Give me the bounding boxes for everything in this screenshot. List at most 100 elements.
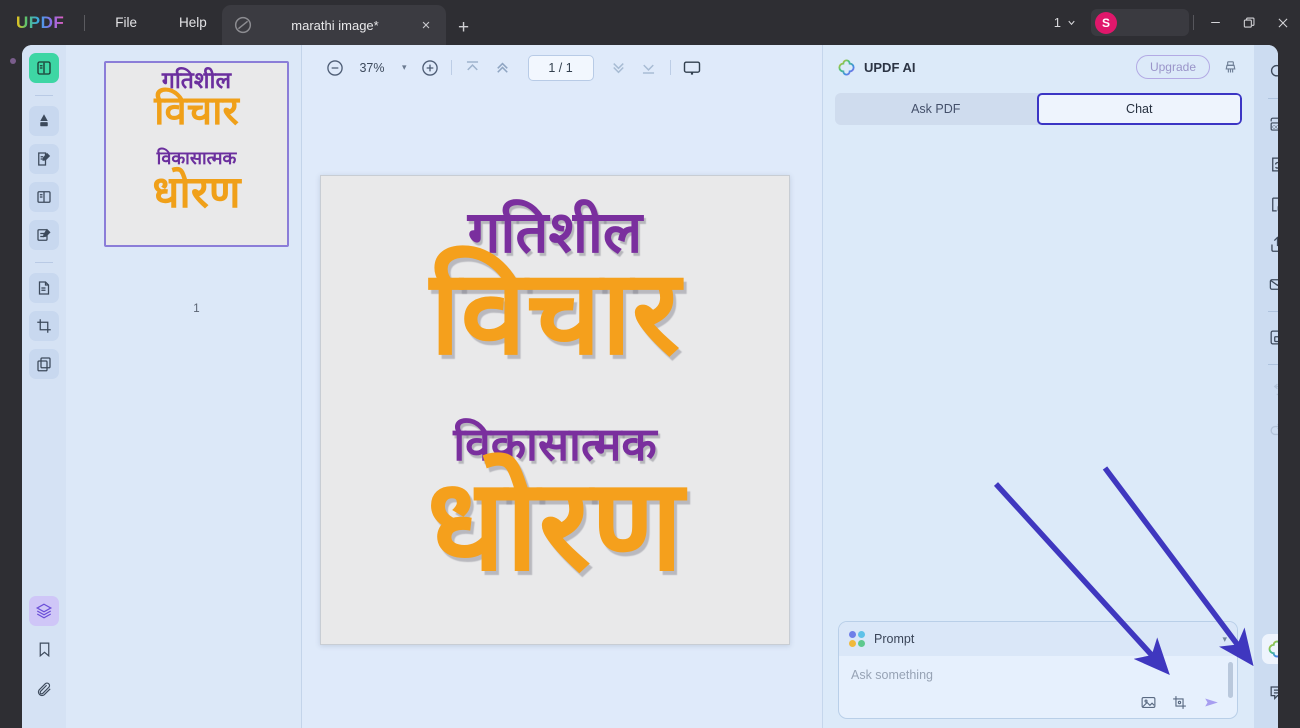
menu-file[interactable]: File	[103, 10, 149, 35]
ai-panel-header: UPDF AI Upgrade	[823, 45, 1254, 89]
next-page-icon	[609, 58, 628, 77]
thumb-line-4: धोरण	[106, 171, 287, 215]
comment-icon	[1268, 683, 1279, 702]
left-tool-rail	[22, 45, 66, 728]
page-thumbnail[interactable]: गतिशील विचार विकासात्मक धोरण	[104, 61, 289, 247]
highlighter-icon	[35, 112, 53, 130]
zoom-dropdown-icon[interactable]: ▾	[394, 62, 415, 73]
sidebar-form[interactable]	[29, 220, 59, 250]
right-rail-separator-2	[1268, 311, 1278, 312]
minimize-icon	[1209, 16, 1222, 29]
close-window-button[interactable]	[1266, 0, 1300, 45]
svg-text:OCR: OCR	[1272, 124, 1278, 130]
minimize-button[interactable]	[1198, 0, 1232, 45]
page-tools-icon	[35, 279, 53, 297]
tab-ask-pdf[interactable]: Ask PDF	[835, 93, 1037, 125]
ai-conversation-area[interactable]	[823, 131, 1255, 641]
next-page-button[interactable]	[604, 53, 634, 83]
reader-icon	[35, 59, 53, 77]
sidebar-organize-pages[interactable]	[29, 182, 59, 212]
pdf-page[interactable]: गतिशील विचार विकासात्मक धोरण	[320, 175, 790, 645]
document-area: 37% ▾ 1 / 1	[302, 45, 822, 728]
right-rail-separator-3	[1268, 364, 1278, 365]
last-page-button[interactable]	[634, 53, 664, 83]
layers-icon	[35, 602, 53, 620]
account-pill[interactable]: S	[1091, 9, 1189, 36]
maximize-button[interactable]	[1232, 0, 1266, 45]
prompt-dropdown-icon[interactable]: ▾	[1222, 634, 1227, 645]
sidebar-attachment[interactable]	[29, 674, 59, 704]
first-page-button[interactable]	[458, 53, 488, 83]
zoom-in-button[interactable]	[415, 53, 445, 83]
protect-button[interactable]	[1261, 188, 1278, 220]
snapshot-button[interactable]	[1171, 694, 1188, 711]
right-rail-bottom	[1254, 634, 1278, 716]
clear-chat-button[interactable]	[1216, 53, 1244, 81]
updf-logo: UPDF	[16, 13, 64, 33]
zoom-out-button[interactable]	[320, 53, 350, 83]
document-slash-icon	[232, 14, 254, 36]
tab-close-icon[interactable]: ×	[416, 17, 436, 34]
window-count-dropdown[interactable]: 1	[1054, 15, 1077, 30]
page-indicator[interactable]: 1 / 1	[528, 55, 594, 81]
prompt-input[interactable]: Ask something	[839, 656, 1237, 682]
edit-document-icon	[35, 150, 53, 168]
updf-ai-button[interactable]	[1262, 634, 1278, 664]
toolbar-divider-1	[451, 60, 452, 75]
menu-help[interactable]: Help	[167, 10, 219, 35]
convert-button[interactable]	[1261, 148, 1278, 180]
thumbnail-panel: गतिशील विचार विकासात्मक धोरण 1	[66, 45, 302, 728]
sidebar-reader[interactable]	[29, 53, 59, 83]
undo-button[interactable]	[1261, 374, 1278, 406]
document-tab[interactable]: marathi image* ×	[222, 5, 446, 45]
comment-button[interactable]	[1261, 676, 1278, 708]
toolbar-divider-2	[670, 60, 671, 75]
prompt-scrollbar[interactable]	[1228, 662, 1233, 698]
prompt-action-icons	[1140, 693, 1221, 712]
sidebar-edit-pdf[interactable]	[29, 144, 59, 174]
window-controls: 1 S	[1054, 0, 1300, 45]
prev-page-icon	[493, 58, 512, 77]
save-button[interactable]	[1261, 321, 1278, 353]
window-controls-divider	[1193, 15, 1194, 30]
thumb-line-2: विचार	[106, 91, 287, 131]
send-button[interactable]	[1202, 693, 1221, 712]
thumbnail-page-number: 1	[104, 303, 289, 315]
sidebar-page-tools[interactable]	[29, 273, 59, 303]
first-page-icon	[463, 58, 482, 77]
rail-separator	[35, 95, 53, 96]
search-button[interactable]	[1261, 55, 1278, 87]
presentation-button[interactable]	[677, 53, 707, 83]
send-icon	[1202, 693, 1221, 712]
insert-image-button[interactable]	[1140, 694, 1157, 711]
search-icon	[1268, 62, 1279, 81]
share-button[interactable]	[1261, 228, 1278, 260]
zoom-in-icon	[420, 58, 440, 78]
email-icon	[1268, 275, 1279, 294]
save-icon	[1268, 328, 1279, 347]
redo-button[interactable]	[1261, 414, 1278, 446]
email-button[interactable]	[1261, 268, 1278, 300]
new-tab-button[interactable]: +	[458, 17, 469, 45]
zoom-level-value[interactable]: 37%	[350, 61, 394, 75]
paperclip-icon	[36, 681, 53, 698]
title-bar: UPDF File Help marathi image* × + 1 S	[0, 0, 1300, 45]
upgrade-button[interactable]: Upgrade	[1136, 55, 1210, 79]
avatar: S	[1095, 12, 1117, 34]
sidebar-bookmark[interactable]	[29, 634, 59, 664]
sidebar-batch[interactable]	[29, 349, 59, 379]
sidebar-layers[interactable]	[29, 596, 59, 626]
bookmark-icon	[36, 641, 53, 658]
prev-page-button[interactable]	[488, 53, 518, 83]
redo-icon	[1268, 421, 1279, 440]
doc-line-2: विचार	[321, 254, 789, 372]
prompt-header[interactable]: Prompt ▾	[839, 622, 1237, 656]
ocr-button[interactable]: OCR	[1261, 108, 1278, 140]
sidebar-highlighter[interactable]	[29, 106, 59, 136]
sidebar-crop[interactable]	[29, 311, 59, 341]
presentation-icon	[682, 58, 702, 78]
prompt-dots-icon	[849, 631, 865, 647]
tab-chat[interactable]: Chat	[1037, 93, 1243, 125]
broom-icon	[1222, 59, 1239, 76]
window-count-value: 1	[1054, 15, 1061, 30]
